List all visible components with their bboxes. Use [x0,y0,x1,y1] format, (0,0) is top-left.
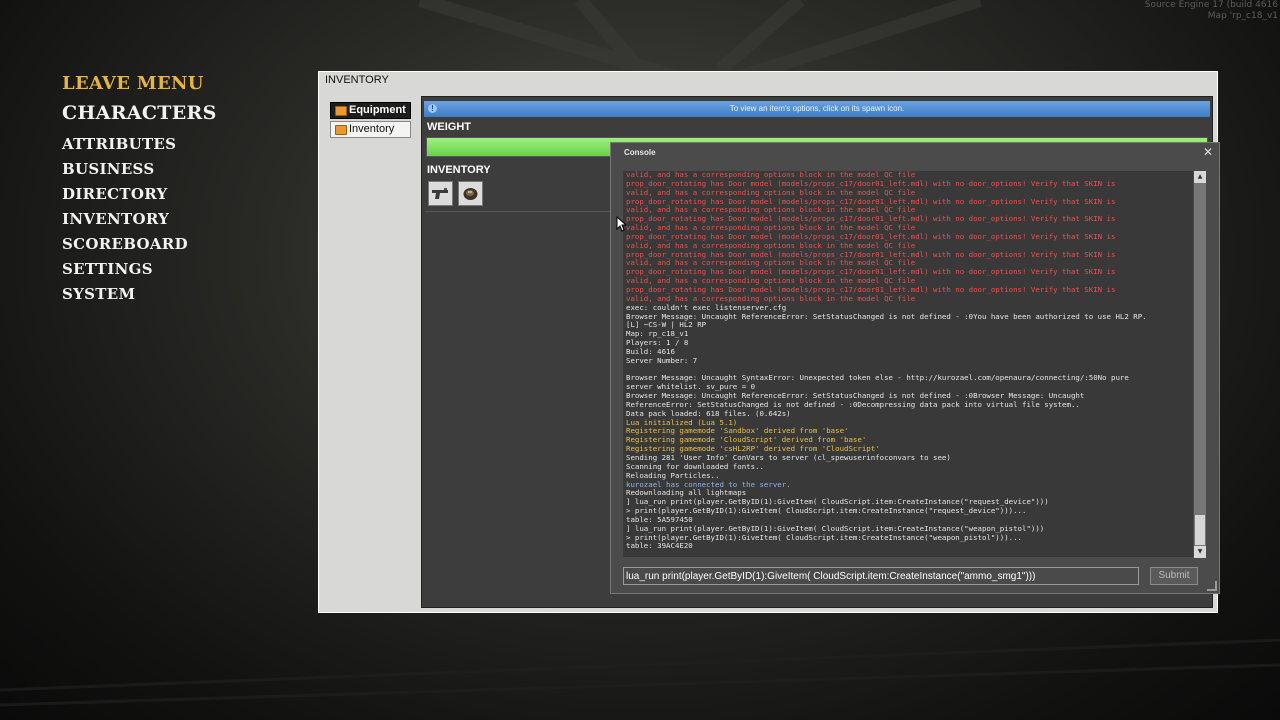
close-icon[interactable]: ✕ [1203,146,1213,158]
console-window: Console ✕ valid, and has a corresponding… [610,142,1220,594]
tab-equipment-label: Equipment [349,104,406,116]
menu-item-leave-menu[interactable]: LEAVE MENU [62,72,217,98]
main-menu: LEAVE MENU CHARACTERS ATTRIBUTES BUSINES… [62,72,217,307]
console-command-input[interactable] [623,567,1139,585]
menu-item-business[interactable]: BUSINESS [62,157,217,182]
submit-button[interactable]: Submit [1150,567,1198,585]
tab-inventory[interactable]: Inventory [330,121,411,138]
folder-icon [335,125,347,135]
console-line: Map: rp_c18_v1 [626,329,689,339]
tab-inventory-label: Inventory [349,123,395,135]
item-slot-pistol[interactable] [428,181,453,206]
console-line: > print(player.GetByID(1):GiveItem( Clou… [626,532,1023,542]
inventory-tabs: Equipment Inventory [330,102,411,140]
console-scrollbar[interactable]: ▲ ▼ [1194,171,1206,558]
pistol-icon [432,188,448,199]
console-line: Build: 4616 [626,346,675,356]
item-slot-request-device[interactable] [458,181,483,206]
console-log: valid, and has a corresponding options b… [623,171,1193,557]
menu-item-attributes[interactable]: ATTRIBUTES [62,132,217,157]
console-line: table: 39AC4E20 [626,541,693,551]
info-icon: ! [428,104,437,113]
weight-label: WEIGHT [427,121,471,133]
inventory-label: INVENTORY [427,164,491,176]
info-text: To view an item's options, click on its … [729,104,905,113]
info-bar: ! To view an item's options, click on it… [424,101,1210,117]
menu-item-scoreboard[interactable]: SCOREBOARD [62,232,217,257]
console-line: [L] ~CS-W | HL2 RP [626,320,707,330]
menu-item-inventory[interactable]: INVENTORY [62,207,217,232]
resize-grip-icon[interactable] [1207,581,1217,591]
scrollbar-thumb[interactable] [1195,515,1205,545]
menu-item-characters[interactable]: CHARACTERS [62,98,217,132]
scroll-up-icon[interactable]: ▲ [1194,171,1206,183]
inventory-window-title: INVENTORY [325,74,389,86]
engine-map: Map 'rp_c18_v1 [1207,11,1278,21]
folder-icon [335,106,347,116]
menu-item-system[interactable]: SYSTEM [62,282,217,307]
scroll-down-icon[interactable]: ▼ [1194,546,1206,558]
divider [425,211,621,212]
menu-item-settings[interactable]: SETTINGS [62,257,217,282]
menu-item-directory[interactable]: DIRECTORY [62,182,217,207]
request-device-icon [463,188,478,200]
mouse-cursor-icon [616,216,626,232]
engine-info: Source Engine 17 (build 4616 Map 'rp_c18… [1145,0,1278,22]
console-title: Console [624,148,656,157]
console-line: > print(player.GetByID(1):GiveItem( Clou… [626,506,1027,516]
console-line: Players: 1 / 8 [626,338,689,348]
engine-version: Source Engine 17 (build 4616 [1144,0,1278,10]
console-line: Server Number: 7 [626,355,698,365]
console-line: Browser Message: Uncaught ReferenceError… [626,311,1147,321]
tab-equipment[interactable]: Equipment [330,102,411,119]
